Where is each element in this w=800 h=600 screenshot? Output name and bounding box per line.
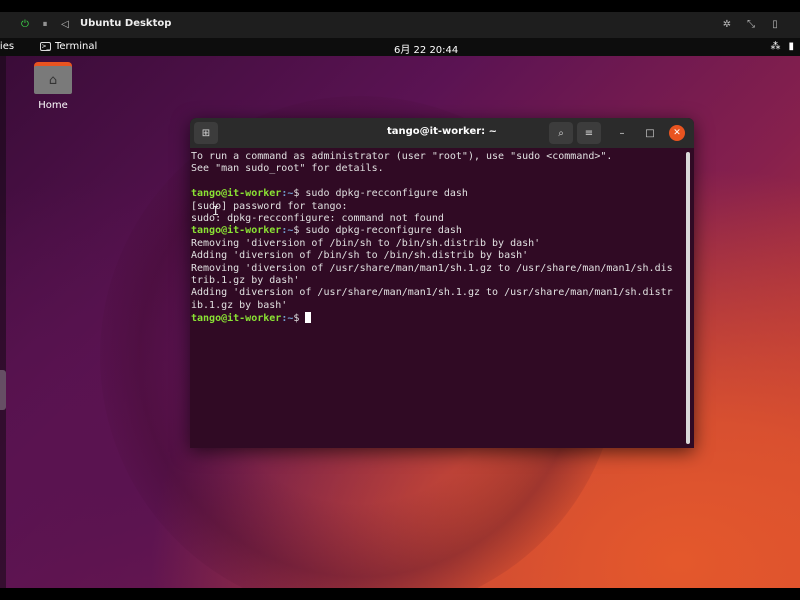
terminal-titlebar[interactable]: ⊞ tango@it-worker: ~ ⌕ ≡ – □ ✕ bbox=[190, 118, 694, 148]
terminal-icon: >_ bbox=[40, 42, 51, 51]
clock[interactable]: 6月 22 20:44 bbox=[394, 41, 458, 56]
host-title: Ubuntu Desktop bbox=[80, 18, 172, 29]
dock-item[interactable] bbox=[0, 370, 6, 410]
terminal-line: Removing 'diversion of /usr/share/man/ma… bbox=[191, 262, 673, 274]
terminal-line: See "man sudo_root" for details. bbox=[191, 163, 384, 175]
settings-icon[interactable]: ✲ bbox=[720, 17, 734, 31]
prompt-path: :~ bbox=[281, 225, 294, 237]
terminal-line: sudo: dpkg-recconfigure: command not fou… bbox=[191, 213, 444, 225]
network-icon: ⁂ bbox=[770, 41, 781, 52]
prompt-user: tango@it-worker bbox=[191, 225, 282, 237]
terminal-prompt-line: tango@it-worker:~$ sudo dpkg-reconfigure… bbox=[191, 225, 684, 237]
desktop-icon-home[interactable]: ⌂ Home bbox=[28, 62, 78, 111]
terminal-line: Removing 'diversion of /bin/sh to /bin/s… bbox=[191, 237, 541, 249]
terminal-line: [sudo] password for tango: bbox=[191, 200, 348, 212]
power-menu-icon: ▮ bbox=[788, 41, 794, 52]
close-icon: ✕ bbox=[673, 128, 681, 138]
terminal-line: trib.1.gz by dash' bbox=[191, 275, 300, 287]
app-menu[interactable]: >_ Terminal bbox=[40, 41, 97, 52]
text-cursor bbox=[305, 312, 312, 324]
maximize-icon: □ bbox=[645, 127, 655, 139]
prompt-command: $ sudo dpkg-reconfigure dash bbox=[293, 225, 462, 237]
close-button[interactable]: ✕ bbox=[669, 125, 685, 141]
mouse-cursor-ibeam-icon: I bbox=[212, 204, 220, 218]
terminal-prompt-line: tango@it-worker:~$ bbox=[191, 312, 684, 325]
terminal-window[interactable]: ⊞ tango@it-worker: ~ ⌕ ≡ – □ ✕ To run a … bbox=[190, 118, 694, 448]
usb-icon[interactable]: ▯ bbox=[768, 17, 782, 31]
search-icon: ⌕ bbox=[558, 127, 564, 139]
dock bbox=[0, 56, 6, 588]
prompt-user: tango@it-worker bbox=[191, 313, 282, 325]
minimize-icon: – bbox=[619, 127, 625, 139]
prompt-path: :~ bbox=[281, 188, 294, 200]
terminal-line: Adding 'diversion of /bin/sh to /bin/sh.… bbox=[191, 250, 529, 262]
pause-icon[interactable]: ⏸ bbox=[38, 17, 52, 31]
terminal-output[interactable]: To run a command as administrator (user … bbox=[190, 148, 684, 448]
minimize-button[interactable]: – bbox=[614, 125, 630, 141]
search-button[interactable]: ⌕ bbox=[549, 122, 573, 144]
activities-button[interactable]: ties bbox=[0, 41, 14, 52]
prompt-command: $ bbox=[293, 313, 306, 325]
prompt-user: tango@it-worker bbox=[191, 188, 282, 200]
shrink-icon[interactable]: ⤡ bbox=[744, 17, 758, 31]
terminal-prompt-line: tango@it-worker:~$ sudo dpkg-recconfigur… bbox=[191, 188, 684, 200]
system-tray[interactable]: ⁂ ▮ bbox=[770, 41, 794, 52]
terminal-line: To run a command as administrator (user … bbox=[191, 151, 613, 162]
home-folder-icon: ⌂ bbox=[34, 62, 72, 94]
power-icon[interactable]: ⏻ bbox=[18, 17, 32, 31]
app-menu-label: Terminal bbox=[55, 41, 98, 52]
bottom-strip bbox=[0, 588, 800, 600]
ubuntu-top-bar: ties >_ Terminal 6月 22 20:44 ⁂ ▮ bbox=[0, 38, 800, 56]
menu-button[interactable]: ≡ bbox=[577, 122, 601, 144]
terminal-line: Adding 'diversion of /usr/share/man/man1… bbox=[191, 287, 673, 299]
prompt-command: $ sudo dpkg-recconfigure dash bbox=[293, 188, 468, 200]
terminal-scrollbar[interactable] bbox=[686, 152, 690, 444]
prompt-path: :~ bbox=[281, 313, 294, 325]
maximize-button[interactable]: □ bbox=[642, 125, 658, 141]
hamburger-menu-icon: ≡ bbox=[584, 127, 594, 139]
back-icon[interactable]: ◁ bbox=[58, 17, 72, 31]
desktop-icon-label: Home bbox=[38, 100, 68, 111]
terminal-line: ib.1.gz by bash' bbox=[191, 299, 288, 311]
host-toolbar: ⏻ ⏸ ◁ Ubuntu Desktop ✲ ⤡ ▯ bbox=[0, 12, 800, 38]
